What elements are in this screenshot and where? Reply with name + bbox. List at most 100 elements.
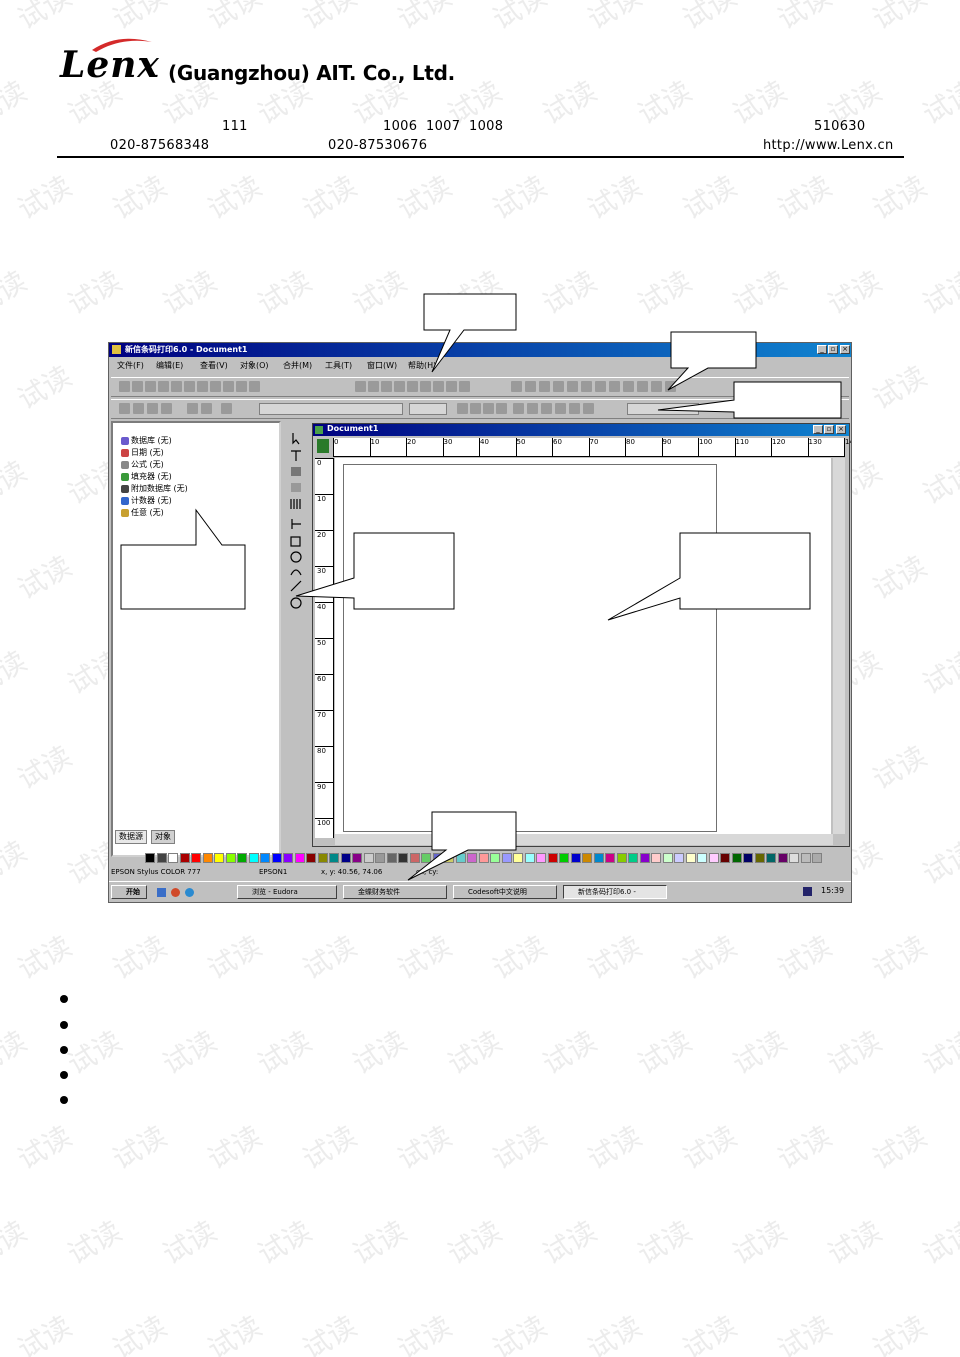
toolbar-button-icon[interactable] — [483, 403, 494, 414]
line-tool-icon[interactable] — [291, 519, 301, 529]
toolbar-button-icon[interactable] — [446, 381, 457, 392]
tree-item-counter[interactable]: 计数器 (无) — [131, 495, 172, 506]
palette-swatch[interactable] — [294, 853, 305, 863]
palette-swatch[interactable] — [467, 853, 477, 863]
palette-swatch[interactable] — [685, 853, 696, 863]
label-page[interactable] — [343, 464, 717, 832]
tree-item-formula[interactable]: 公式 (无) — [131, 459, 164, 470]
toolbar-button-icon[interactable] — [355, 381, 366, 392]
menu-file[interactable]: 文件(F) — [117, 360, 144, 371]
tree-item-filler[interactable]: 填充器 (无) — [131, 471, 172, 482]
toolbar-button-icon[interactable] — [583, 403, 594, 414]
palette-swatch[interactable] — [329, 853, 339, 863]
tree-item-date[interactable]: 日期 (无) — [131, 447, 164, 458]
palette-swatch[interactable] — [409, 853, 420, 863]
toolbar-button-icon[interactable] — [511, 381, 522, 392]
palette-swatch[interactable] — [616, 853, 627, 863]
doc-maximize-button[interactable]: ▫ — [824, 425, 834, 434]
toolbar-button-icon[interactable] — [420, 381, 431, 392]
toolbar-button-icon[interactable] — [581, 381, 592, 392]
tab-objects[interactable]: 对象 — [151, 830, 175, 844]
palette-swatch[interactable] — [582, 853, 592, 863]
toolbar-button-icon[interactable] — [665, 381, 676, 392]
palette-swatch[interactable] — [214, 853, 224, 863]
website-link[interactable]: http://www.Lenx.cn — [763, 138, 894, 153]
menu-view[interactable]: 查看(V) — [200, 360, 228, 371]
palette-swatch[interactable] — [145, 853, 155, 863]
palette-swatch[interactable] — [352, 853, 362, 863]
palette-swatch[interactable] — [283, 853, 293, 863]
ellipse-tool-icon[interactable] — [290, 551, 302, 563]
palette-swatch[interactable] — [524, 853, 535, 863]
toolbar-button-icon[interactable] — [145, 381, 156, 392]
toolbar-button-icon[interactable] — [221, 403, 232, 414]
palette-swatch[interactable] — [168, 853, 178, 863]
palette-swatch[interactable] — [547, 853, 558, 863]
palette-swatch[interactable] — [593, 853, 604, 863]
browser-icon[interactable] — [171, 888, 180, 897]
object-size-combo[interactable] — [627, 403, 699, 415]
palette-swatch[interactable] — [375, 853, 385, 863]
palette-swatch[interactable] — [490, 853, 500, 863]
toolbar-button-icon[interactable] — [236, 381, 247, 392]
palette-swatch[interactable] — [432, 853, 443, 863]
vertical-scrollbar[interactable] — [833, 458, 845, 834]
toolbar-button-icon[interactable] — [651, 381, 662, 392]
menu-merge[interactable]: 合并(M) — [283, 360, 312, 371]
toolbar-button-icon[interactable] — [197, 381, 208, 392]
toolbar-button-icon[interactable] — [133, 403, 144, 414]
palette-swatch[interactable] — [248, 853, 259, 863]
toolbar-button-icon[interactable] — [394, 381, 405, 392]
desktop-icon[interactable] — [185, 888, 194, 897]
toolbar-button-icon[interactable] — [513, 403, 524, 414]
toolbar-button-icon[interactable] — [457, 403, 468, 414]
toolbar-button-icon[interactable] — [459, 381, 470, 392]
palette-swatch[interactable] — [225, 853, 236, 863]
palette-swatch[interactable] — [628, 853, 638, 863]
palette-swatch[interactable] — [340, 853, 351, 863]
barcode-text-tool-icon[interactable] — [290, 499, 301, 509]
task-codesoft[interactable]: Codesoft中文说明 — [453, 885, 557, 899]
toolbar-button-icon[interactable] — [541, 403, 552, 414]
palette-swatch[interactable] — [754, 853, 765, 863]
palette-swatch[interactable] — [651, 853, 661, 863]
toolbar-button-icon[interactable] — [527, 403, 538, 414]
palette-swatch[interactable] — [777, 853, 788, 863]
menu-edit[interactable]: 编辑(E) — [156, 360, 183, 371]
palette-swatch[interactable] — [605, 853, 615, 863]
toolbar-button-icon[interactable] — [553, 381, 564, 392]
toolbar-button-icon[interactable] — [609, 381, 620, 392]
toolbar-button-icon[interactable] — [433, 381, 444, 392]
minimize-button[interactable]: _ — [817, 345, 827, 354]
palette-swatch[interactable] — [697, 853, 707, 863]
palette-swatch[interactable] — [237, 853, 247, 863]
text-tool-icon[interactable] — [291, 450, 301, 461]
palette-swatch[interactable] — [363, 853, 374, 863]
palette-swatch[interactable] — [708, 853, 719, 863]
toolbar-button-icon[interactable] — [147, 403, 158, 414]
toolbar-button-icon[interactable] — [595, 381, 606, 392]
palette-swatch[interactable] — [444, 853, 454, 863]
palette-swatch[interactable] — [501, 853, 512, 863]
toolbar-button-icon[interactable] — [184, 381, 195, 392]
curve-tool-icon[interactable] — [290, 569, 302, 576]
menu-tools[interactable]: 工具(T) — [325, 360, 352, 371]
toolbar-button-icon[interactable] — [132, 381, 143, 392]
diagonal-line-tool-icon[interactable] — [290, 580, 302, 592]
start-button[interactable]: 开始 — [111, 885, 147, 899]
toolbar-button-icon[interactable] — [407, 381, 418, 392]
quicklaunch-icon[interactable] — [157, 888, 166, 897]
tree-item-extra-database[interactable]: 附加数据库 (无) — [131, 483, 188, 494]
palette-swatch[interactable] — [674, 853, 684, 863]
palette-swatch[interactable] — [156, 853, 167, 863]
palette-swatch[interactable] — [639, 853, 650, 863]
palette-swatch[interactable] — [386, 853, 397, 863]
tab-data-source[interactable]: 数据源 — [115, 830, 147, 844]
toolbar-button-icon[interactable] — [158, 381, 169, 392]
toolbar-button-icon[interactable] — [161, 403, 172, 414]
doc-close-button[interactable]: × — [836, 425, 846, 434]
image-tool-icon[interactable] — [291, 483, 301, 492]
menu-help[interactable]: 帮助(H) — [408, 360, 436, 371]
task-barcode-app[interactable]: 新信条码打印6.0 - — [563, 885, 667, 899]
rectangle-tool-icon[interactable] — [290, 536, 301, 547]
